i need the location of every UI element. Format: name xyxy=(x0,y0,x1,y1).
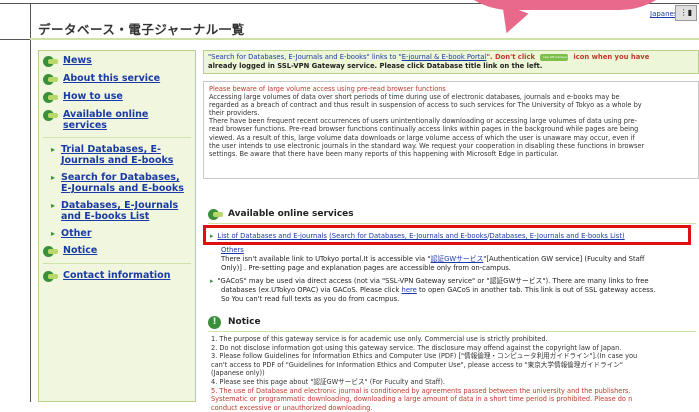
notice-text: icon when you have xyxy=(573,53,650,61)
page-title: データベース・電子ジャーナル一覧 xyxy=(38,22,245,37)
language-icon[interactable]: ⋮▮ xyxy=(675,5,697,21)
notice-item: conduct excessive or unauthorized downlo… xyxy=(211,403,373,412)
leaf-icon xyxy=(43,270,59,282)
highlight-box xyxy=(203,225,691,245)
sidebar-item-search[interactable]: ▸ Search for Databases, E-Journals and E… xyxy=(43,172,191,194)
arrow-right-icon: ▸ xyxy=(51,173,56,182)
warning-line: read browser functions. Pre-read browser… xyxy=(209,125,639,134)
sidebar-item-news[interactable]: News xyxy=(43,55,191,67)
warning-line: Accessing large volumes of data over sho… xyxy=(209,93,620,102)
gacos-here-link[interactable]: here xyxy=(402,286,417,294)
portal-notice-bar: "Search for Databases, E-Journals and E-… xyxy=(203,50,699,74)
notice-item: 2. Do not disclose information got using… xyxy=(211,343,622,352)
off-campus-button[interactable]: Use Off-Campus access service xyxy=(540,53,569,61)
warning-line: There have been frequent recent occurren… xyxy=(209,117,637,126)
sidebar-item-label[interactable]: Other xyxy=(61,228,92,239)
others-description: There isn't available link to UTokyo por… xyxy=(221,255,644,263)
notice-list: 1. The purpose of this gateway service i… xyxy=(211,335,699,412)
section-title: Notice xyxy=(228,317,261,327)
others-text: Only)] . Pre-setting page and explanatio… xyxy=(221,264,511,272)
leaf-icon xyxy=(43,91,59,103)
sidebar-item-contact[interactable]: Contact information xyxy=(43,270,191,282)
notice-item: Systematic or programmatic downloading, … xyxy=(211,395,633,404)
warning-line: their providers. xyxy=(209,109,260,118)
gacos-line-2: databases (ex.UTokyo OPAC) via GACoS. Pl… xyxy=(221,286,656,294)
sidebar-item-label[interactable]: About this service xyxy=(63,73,160,84)
sidebar-item-label[interactable]: News xyxy=(63,55,92,66)
notice-item: 4. Please see this page about "認証GWサービス"… xyxy=(211,377,446,386)
others-label[interactable]: Others xyxy=(221,246,244,254)
others-link[interactable]: Others xyxy=(221,246,244,254)
sidebar-item-label[interactable]: Notice xyxy=(63,245,97,256)
notice-item: 3. Please follow Guidelines for Informat… xyxy=(211,352,638,361)
auth-gw-link[interactable]: 認証GWサービス xyxy=(431,255,484,263)
gacos-text: "GACoS" may be used via direct access (n… xyxy=(217,277,649,285)
leaf-icon xyxy=(208,208,224,220)
arrow-right-icon: ▸ xyxy=(51,229,56,238)
portal-link[interactable]: E-journal & E-book Portal xyxy=(402,53,487,61)
sidebar-item-about[interactable]: About this service xyxy=(43,73,191,85)
frame-left-line xyxy=(30,3,31,402)
notice-item: (Japanese only)) xyxy=(211,369,265,378)
sidebar-item-label[interactable]: Search for Databases, E-Journals and E-b… xyxy=(61,172,191,194)
sidebar-item-available-services[interactable]: Available online services xyxy=(43,109,191,131)
arrow-right-icon: ▸ xyxy=(51,201,56,210)
others-text: There isn't available link to UTokyo por… xyxy=(221,255,431,263)
services-heading: Available online services xyxy=(208,208,354,220)
sidebar-item-label[interactable]: How to use xyxy=(63,91,123,102)
gacos-text: databases (ex.UTokyo OPAC) via GACoS. Pl… xyxy=(221,286,402,294)
sidebar-nav: News About this service How to use Avail… xyxy=(38,50,196,402)
warning-line: settings. Be aware that there have been … xyxy=(209,149,559,158)
frame-tab-line xyxy=(0,39,30,40)
arrow-right-icon: ▸ xyxy=(51,145,56,154)
leaf-icon xyxy=(43,73,59,85)
notice-text: ". Don't click xyxy=(486,53,536,61)
warning-icon: ! xyxy=(208,316,224,329)
pre-read-warning: Please beware of large volume access usi… xyxy=(203,81,699,179)
sidebar-item-label[interactable]: Databases, E-Journals and E-books List xyxy=(61,200,191,222)
warning-title: Please beware of large volume access usi… xyxy=(209,85,446,93)
title-divider xyxy=(30,38,699,40)
sidebar-item-list[interactable]: ▸ Databases, E-Journals and E-books List xyxy=(43,200,191,222)
sidebar-item-label[interactable]: Trial Databases, E-Journals and E-books xyxy=(61,144,191,166)
warning-line: viewed. As a result of this, large volum… xyxy=(209,133,635,142)
sidebar-divider xyxy=(43,263,191,264)
sidebar-item-label[interactable]: Contact information xyxy=(63,270,170,281)
sidebar-divider xyxy=(43,137,191,138)
sidebar-item-other[interactable]: ▸ Other xyxy=(43,228,191,239)
sidebar-item-how-to-use[interactable]: How to use xyxy=(43,91,191,103)
section-title: Available online services xyxy=(228,209,354,219)
notice-heading: ! Notice xyxy=(208,316,261,329)
callout-bubble xyxy=(440,0,690,10)
sidebar-item-notice[interactable]: Notice xyxy=(43,245,191,257)
gacos-text: to open GACoS in another tab. This link … xyxy=(416,286,656,294)
warning-line: regarded as a breach of contract and thu… xyxy=(209,101,642,110)
others-text: "[Authentication GW service] (Fuculty an… xyxy=(483,255,645,263)
leaf-icon xyxy=(43,55,59,67)
notice-item: 1. The purpose of this gateway service i… xyxy=(211,335,548,343)
gacos-line-1: ▸ "GACoS" may be used via direct access (… xyxy=(210,277,649,285)
sidebar-item-trial[interactable]: ▸ Trial Databases, E-Journals and E-book… xyxy=(43,144,191,166)
leaf-icon xyxy=(43,109,59,121)
section-divider xyxy=(208,223,696,224)
notice-item: 5. The use of Database and electronic jo… xyxy=(211,386,631,395)
notice-item: can't access to PDF of "Guidelines for I… xyxy=(211,360,623,369)
notice-text: already logged in SSL-VPN Gateway servic… xyxy=(208,62,543,70)
section-divider xyxy=(208,331,696,332)
leaf-icon xyxy=(43,245,59,257)
sidebar-item-label[interactable]: Available online services xyxy=(63,109,191,131)
warning-line: the user intends to use electronic journ… xyxy=(209,141,645,150)
notice-text: "Search for Databases, E-Journals and E-… xyxy=(208,53,402,61)
gacos-text: So You can't read full texts as you do f… xyxy=(221,295,400,303)
arrow-right-icon: ▸ xyxy=(210,277,214,285)
